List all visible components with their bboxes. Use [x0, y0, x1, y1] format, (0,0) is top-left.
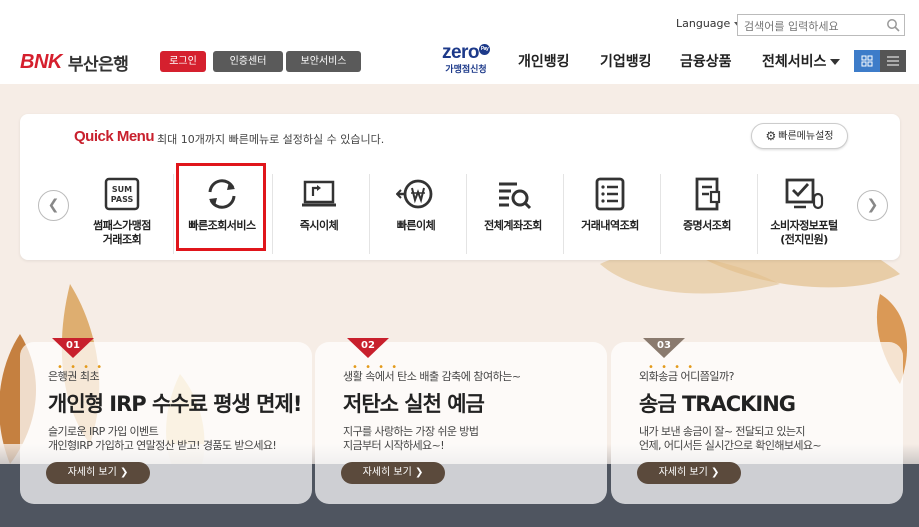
sumpass-icon: SUMPASS [104, 177, 140, 211]
card-number-badge: 01 [52, 338, 94, 360]
quick-menu-panel: Quick Menu 최대 10개까지 빠른메뉴로 설정하실 수 있습니다. ⚙… [20, 114, 900, 260]
card-detail-button[interactable]: 자세히 보기 ❯ [341, 462, 445, 484]
chevron-right-icon: ❯ [119, 467, 129, 478]
svg-text:SUM: SUM [112, 185, 132, 194]
chevron-right-icon: ❯ [414, 467, 424, 478]
login-button[interactable]: 로그인 [160, 51, 206, 72]
zero-pay-link[interactable]: zero Pay 가맹점신청 [440, 42, 492, 75]
card-title: 개인형 IRP 수수료 평생 면제! [48, 392, 302, 416]
prev-arrow-button[interactable]: ❮ [38, 190, 69, 221]
next-arrow-button[interactable]: ❯ [857, 190, 888, 221]
quick-menu-settings-button[interactable]: ⚙ 빠른메뉴설정 [751, 123, 848, 149]
quick-item-label: 거래내역조회 [581, 219, 639, 232]
card-title: 송금 TRACKING [639, 392, 796, 416]
nav-personal-banking[interactable]: 개인뱅킹 [518, 51, 570, 71]
quick-menu-description: 최대 10개까지 빠른메뉴로 설정하실 수 있습니다. [157, 133, 385, 146]
zero-pay-label: 가맹점신청 [445, 65, 487, 75]
card-detail-button[interactable]: 자세히 보기 ❯ [637, 462, 741, 484]
card-desc: 지구를 사랑하는 가장 쉬운 방법 지금부터 시작하세요~! [343, 425, 479, 452]
quick-item-label: 썸패스가맹점 거래조회 [93, 219, 151, 246]
search-input[interactable] [738, 16, 878, 37]
card-title: 저탄소 실천 예금 [343, 392, 485, 416]
card-number-badge: 03 [643, 338, 685, 360]
top-header: Language BNK 부산은행 로그인 인증센터 보안서비스 zeroPay… [0, 0, 919, 84]
quick-item-all-accounts[interactable]: 전체계좌조회 [465, 168, 561, 260]
highlight-box [176, 163, 266, 251]
monitor-check-icon [785, 178, 824, 210]
list-doc-icon [595, 177, 625, 211]
quick-item-label: 빠른이체 [396, 219, 436, 232]
won-fast-icon [396, 179, 433, 209]
quick-item-consumer-portal[interactable]: 소비자정보포털 (전지민원) [756, 168, 852, 260]
quick-menu-settings-label: 빠른메뉴설정 [778, 131, 834, 142]
logo-bank-name: 부산은행 [67, 54, 129, 75]
promo-card-3[interactable]: 03 • • • • 외화송금 어디쯤일까? 송금 TRACKING 내가 보낸… [611, 338, 903, 504]
quick-item-label: 전체계좌조회 [484, 219, 542, 232]
quick-item-certificate[interactable]: 증명서조회 [659, 168, 755, 260]
list-view-icon[interactable] [880, 50, 906, 72]
promo-card-1[interactable]: 01 • • • • 은행권 최초 개인형 IRP 수수료 평생 면제! 슬기로… [20, 338, 312, 504]
list-search-icon [499, 182, 532, 210]
nav-corporate-banking[interactable]: 기업뱅킹 [600, 51, 652, 71]
nav-financial-products[interactable]: 금융상품 [680, 51, 732, 71]
cert-center-button[interactable]: 인증센터 [213, 51, 283, 72]
search-box [737, 14, 905, 37]
chevron-right-icon: ❯ [710, 467, 720, 478]
quick-item-transaction-history[interactable]: 거래내역조회 [562, 168, 658, 260]
quick-item-fast-transfer[interactable]: 빠른이체 [368, 168, 464, 260]
quick-item-instant-transfer[interactable]: 즉시이체 [271, 168, 367, 260]
promo-card-2[interactable]: 02 • • • • 생활 속에서 탄소 배출 감축에 참여하는~ 저탄소 실천… [315, 338, 607, 504]
laptop-transfer-icon [302, 180, 336, 207]
security-service-button[interactable]: 보안서비스 [286, 51, 361, 72]
card-tag: 외화송금 어디쯤일까? [639, 370, 734, 383]
certificate-icon [695, 177, 721, 211]
grid-view-icon[interactable] [854, 50, 880, 72]
card-desc: 내가 보낸 송금이 잘~ 전달되고 있는지 언제, 어디서든 실시간으로 확인해보… [639, 425, 822, 452]
language-selector[interactable]: Language [676, 17, 743, 30]
nav-all-services-label: 전체서비스 [762, 54, 827, 70]
logo-brand: BNK [20, 50, 62, 73]
card-tag: 은행권 최초 [48, 370, 100, 383]
quick-item-label: 증명서조회 [682, 219, 732, 232]
quick-menu-title: Quick Menu [74, 128, 155, 145]
nav-all-services[interactable]: 전체서비스 [762, 51, 841, 71]
quick-item-sumpass[interactable]: SUM PASS 썸패스가맹점 거래조회 [74, 168, 170, 260]
svg-text:PASS: PASS [111, 195, 134, 204]
card-number-badge: 02 [347, 338, 389, 360]
gear-icon: ⚙ [765, 129, 777, 143]
search-icon[interactable] [886, 18, 900, 32]
quick-item-label: 소비자정보포털 (전지민원) [770, 219, 838, 246]
zero-pay-logo: zero Pay [441, 42, 491, 63]
card-desc: 슬기로운 IRP 가입 이벤트 개인형IRP 가입하고 연말정산 받고! 경품도 … [48, 425, 277, 452]
card-detail-button[interactable]: 자세히 보기 ❯ [46, 462, 150, 484]
quick-item-label: 즉시이체 [299, 219, 339, 232]
bnk-logo[interactable]: BNK 부산은행 [20, 50, 129, 75]
chevron-down-icon [830, 59, 841, 65]
language-label: Language [676, 17, 731, 30]
card-tag: 생활 속에서 탄소 배출 감축에 참여하는~ [343, 370, 521, 383]
